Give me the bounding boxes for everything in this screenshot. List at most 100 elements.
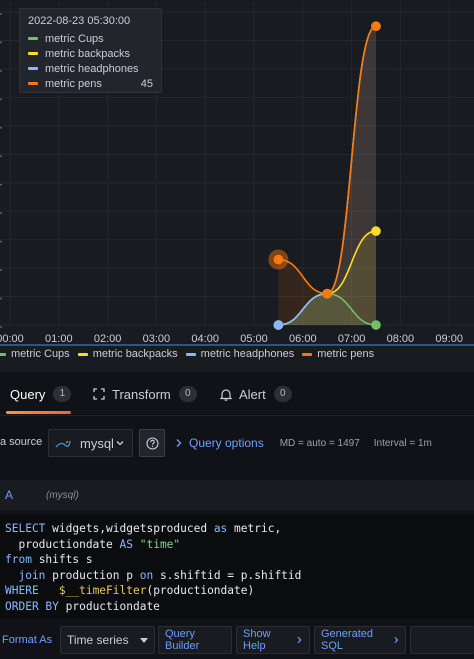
code-token: productiondate — [65, 599, 160, 613]
x-tick-label: 09:00 — [435, 333, 463, 345]
format-select[interactable]: Time series — [60, 626, 155, 654]
max-data-points: MD = auto = 1497 — [279, 437, 360, 449]
data-point — [322, 288, 333, 299]
legend-item-backpacks[interactable]: metric backpacks — [77, 348, 178, 360]
query-row-header[interactable]: A (mysql) — [0, 480, 474, 510]
axis-tick-mark — [0, 98, 2, 101]
code-token: s.shiftid = p.shiftid — [159, 568, 302, 582]
axis-tick-mark — [0, 41, 2, 44]
help-button[interactable] — [139, 429, 165, 457]
tooltip-series-name: metric headphones — [45, 62, 139, 75]
graph-panel: 00:00 01:00 02:00 03:00 04:00 05:00 06:00 07:00… — [0, 0, 474, 372]
tab-label: Transform — [112, 386, 171, 402]
question-circle-icon — [145, 436, 159, 450]
query-builder-label: Query Builder — [165, 628, 200, 652]
data-point — [273, 320, 284, 330]
code-token: shifts s — [38, 553, 93, 566]
code-token: WHERE — [5, 584, 59, 597]
format-select-value: Time series — [67, 633, 129, 647]
query-options-toggle[interactable]: Query options MD = auto = 1497 Interval … — [175, 436, 446, 450]
data-point — [273, 254, 284, 265]
generated-sql-label: Generated SQL — [321, 628, 373, 652]
code-token: $__timeFilter — [58, 584, 147, 597]
legend-item-headphones[interactable]: metric headphones — [185, 348, 295, 360]
legend-label: metric headphones — [200, 348, 295, 360]
show-help-button[interactable]: Show Help — [236, 626, 310, 654]
chevron-right-icon — [394, 636, 399, 644]
tooltip-row: metric headphones — [28, 61, 153, 76]
x-tick-label: 01:00 — [45, 333, 73, 345]
query-editor-tabs: Query 1 Transform 0 Alert 0 — [0, 372, 474, 416]
legend-label: metric Cups — [11, 348, 70, 360]
legend-label: metric pens — [317, 348, 375, 360]
code-token: join — [5, 568, 53, 582]
data-point — [371, 21, 381, 32]
chevron-right-icon — [297, 636, 302, 644]
code-token: AS — [119, 537, 140, 551]
legend-item-cups[interactable]: metric Cups — [0, 348, 70, 360]
code-token: SELECT — [5, 522, 53, 535]
axis-tick-mark — [0, 269, 2, 271]
code-token: metric, — [234, 522, 282, 535]
axis-tick-mark — [0, 13, 2, 15]
data-point — [371, 226, 381, 236]
tooltip-row: metric pens 45 — [28, 76, 153, 91]
tab-count-badge: 1 — [53, 386, 72, 402]
query-builder-button[interactable]: Query Builder — [158, 626, 232, 654]
series-color-swatch — [28, 52, 38, 55]
interval-value: Interval = 1m — [373, 437, 432, 449]
mysql-logo-icon — [55, 437, 71, 449]
x-tick-label: 03:00 — [143, 333, 171, 345]
series-color-swatch — [28, 82, 38, 85]
code-token: widgets,widgetsproduced — [52, 522, 214, 535]
chevron-right-icon — [176, 439, 182, 447]
tab-label: Alert — [239, 386, 266, 402]
datasource-name: mysql — [80, 435, 114, 451]
tooltip-row: metric Cups — [28, 31, 153, 46]
transform-icon — [93, 388, 105, 400]
datasource-row: a source mysql Query options MD = auto =… — [0, 416, 474, 470]
tooltip-series-name: metric Cups — [45, 32, 104, 45]
legend-label: metric backpacks — [92, 348, 178, 360]
legend-swatch — [302, 352, 313, 356]
tab-transform[interactable]: Transform 0 — [93, 372, 197, 416]
code-line: join production p on s.shiftid = p.shift… — [5, 568, 474, 584]
series-color-swatch — [28, 67, 38, 70]
axis-tick-mark — [0, 326, 2, 328]
legend-swatch — [185, 352, 196, 356]
axis-tick-mark — [0, 240, 2, 243]
code-line: ORDER BY productiondate — [5, 599, 474, 615]
show-help-label: Show Help — [243, 628, 271, 652]
axis-tick-mark — [0, 155, 2, 158]
tab-query[interactable]: Query 1 — [5, 372, 72, 416]
query-ref-id[interactable]: A — [5, 488, 13, 502]
code-line: SELECT widgets,widgetsproduced as metric… — [5, 521, 474, 537]
code-line: WHERE $__timeFilter(productiondate) — [5, 583, 474, 599]
series-color-swatch — [28, 37, 38, 40]
code-token: productiondate — [5, 537, 120, 551]
axis-tick-mark — [0, 212, 2, 215]
x-tick-label: 08:00 — [387, 333, 415, 345]
tab-count-badge: 0 — [178, 386, 197, 402]
datasource-picker[interactable]: mysql — [48, 429, 133, 457]
x-tick-label: 06:00 — [289, 333, 317, 345]
generated-sql-button[interactable]: Generated SQL — [314, 626, 406, 654]
tab-alert[interactable]: Alert 0 — [220, 372, 292, 416]
tab-label: Query — [10, 386, 46, 402]
tooltip-time: 2022-08-23 05:30:00 — [28, 15, 131, 27]
code-token: production p — [52, 568, 140, 582]
chart-legend: metric Cups metric backpacks metric head… — [0, 347, 382, 361]
query-datasource-name: (mysql) — [46, 489, 79, 501]
legend-item-pens[interactable]: metric pens — [302, 348, 374, 360]
tooltip-series-name: metric backpacks — [45, 47, 130, 60]
code-token: (productiondate) — [146, 584, 255, 597]
datasource-label: a source — [0, 436, 43, 448]
code-line: productiondate AS "time" — [5, 537, 474, 553]
sql-code-editor[interactable]: SELECT widgets,widgetsproduced as metric… — [0, 515, 474, 619]
x-tick-label: 00:00 — [0, 333, 24, 345]
code-token: "time" — [139, 537, 181, 551]
query-toolbar: Format As Time series Query Builder Show… — [0, 621, 474, 659]
code-token: ORDER BY — [5, 599, 66, 613]
x-tick-label: 05:00 — [240, 333, 268, 345]
code-token: on — [139, 568, 160, 582]
